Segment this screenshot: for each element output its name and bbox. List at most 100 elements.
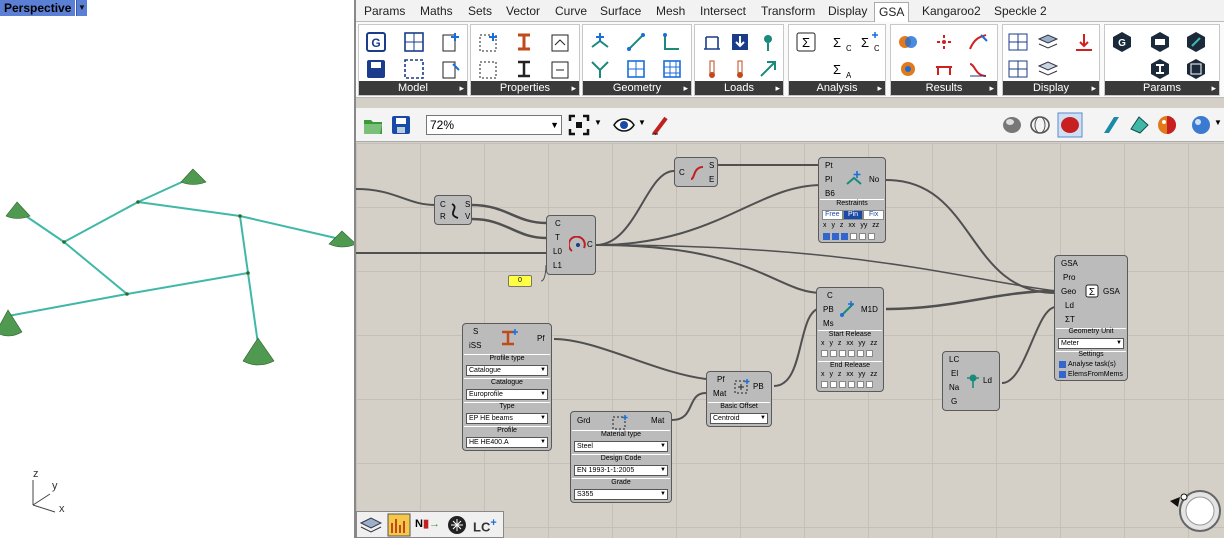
node-create-icon[interactable] [589, 31, 611, 53]
restraint-checkboxes[interactable] [823, 233, 877, 240]
layers-widget-icon[interactable] [359, 514, 383, 536]
input-el[interactable]: El [951, 369, 958, 379]
material-type-dropdown[interactable]: Steel ▼ [574, 441, 668, 452]
grade-dropdown[interactable]: S355 ▼ [574, 489, 668, 500]
analyse-icon[interactable]: Σ [795, 31, 817, 53]
tab-vector[interactable]: Vector [502, 2, 544, 22]
input-grd[interactable]: Grd [577, 416, 590, 426]
input-b6[interactable]: B6 [825, 189, 835, 199]
layers-icon[interactable] [1037, 31, 1059, 53]
create-material-component[interactable]: Grd Mat Material type Steel ▼ Design Code… [570, 411, 672, 503]
input-pro[interactable]: Pro [1063, 273, 1075, 283]
face-load-icon[interactable] [757, 58, 779, 80]
member-param-icon[interactable] [1185, 58, 1207, 80]
input-lc[interactable]: LC [949, 355, 959, 365]
bake-icon[interactable] [1100, 113, 1122, 137]
end-release-checkboxes[interactable] [821, 381, 875, 388]
element-results-icon[interactable] [967, 58, 989, 80]
prop-3d-icon[interactable] [477, 58, 499, 80]
member1d-icon[interactable] [661, 31, 683, 53]
material-edit-icon[interactable] [549, 58, 571, 80]
get-geometry-icon[interactable] [403, 58, 425, 80]
grasshopper-canvas[interactable]: C R S V C S E C T L0 L1 C 0 Pt Pl B6 No … [356, 143, 1224, 538]
analyse-tasks-option[interactable]: Analyse task(s) [1059, 360, 1116, 369]
thermal-load-icon[interactable] [701, 58, 723, 80]
offset-component[interactable]: C R S V [434, 195, 472, 225]
preview-shaded-icon[interactable] [1001, 113, 1023, 137]
grid-load-icon[interactable] [701, 31, 723, 53]
free-button[interactable]: Free [822, 210, 843, 220]
profile-dropdown[interactable]: HE HE400.A ▼ [466, 437, 548, 448]
combination-case-icon[interactable]: ΣC [829, 31, 851, 53]
point-load-icon[interactable] [757, 31, 779, 53]
beam-forces-icon[interactable] [933, 58, 955, 80]
output-c[interactable]: C [587, 240, 593, 250]
preview-selected-icon[interactable] [1057, 112, 1083, 138]
node-edit-icon[interactable] [589, 58, 611, 80]
tab-transform[interactable]: Transform [757, 2, 819, 22]
input-c[interactable]: C [679, 168, 685, 178]
profile-type-dropdown[interactable]: Catalogue ▼ [466, 365, 548, 376]
add-combination-icon[interactable]: ΣC [857, 31, 879, 53]
material-create-icon[interactable] [549, 31, 571, 53]
temperature-icon[interactable] [729, 58, 751, 80]
node-load-icon[interactable] [729, 31, 751, 53]
rhino-viewport[interactable]: Perspective ▼ z y x [0, 0, 354, 538]
input-c[interactable]: C [555, 219, 561, 229]
panel-properties-label[interactable]: Properties ▸ [471, 81, 579, 95]
load-diagram-icon[interactable] [1073, 31, 1095, 53]
zoom-menu-arrow-icon[interactable]: ▼ [594, 118, 602, 127]
panel-geometry-label[interactable]: Geometry ▸ [583, 81, 691, 95]
pin-button[interactable]: Pin [842, 210, 864, 220]
fix-button[interactable]: Fix [863, 210, 885, 220]
tab-speckle2[interactable]: Speckle 2 [990, 2, 1051, 22]
open-file-icon[interactable] [362, 114, 384, 136]
panel-loads-label[interactable]: Loads ▸ [695, 81, 783, 95]
output-e[interactable]: E [709, 175, 714, 185]
mesh-widget-icon[interactable] [445, 514, 469, 536]
create-load-component[interactable]: LC El Na G Ld [942, 351, 1000, 411]
viewport-title[interactable]: Perspective [0, 0, 76, 16]
create-section-component[interactable]: Pf Mat PB Basic Offset Centroid ▼ [706, 371, 772, 427]
tab-curve[interactable]: Curve [551, 2, 591, 22]
input-pb[interactable]: PB [823, 305, 834, 315]
create-element1d-component[interactable]: C PB Ms M1D Start Release x y z xx yy zz… [816, 287, 884, 392]
bake-all-icon[interactable] [1128, 113, 1150, 137]
preview-menu-arrow-icon[interactable]: ▼ [638, 118, 646, 127]
input-geo[interactable]: Geo [1061, 287, 1076, 297]
output-v[interactable]: V [465, 212, 470, 222]
layers-stack-icon[interactable] [1037, 58, 1059, 80]
list-add-icon[interactable] [439, 31, 461, 53]
section-create-icon[interactable] [513, 31, 535, 53]
output-mat[interactable]: Mat [651, 416, 664, 426]
tab-maths[interactable]: Maths [416, 2, 457, 22]
output-pf[interactable]: Pf [537, 334, 545, 344]
panel-results-label[interactable]: Results ▸ [891, 81, 997, 95]
section-edit-icon[interactable] [513, 58, 535, 80]
curve-component[interactable]: C S E [674, 157, 718, 187]
input-pl[interactable]: Pl [825, 175, 832, 185]
output-ld[interactable]: Ld [983, 376, 992, 386]
create-model-icon[interactable] [403, 31, 425, 53]
input-g[interactable]: G [951, 397, 957, 407]
output-no[interactable]: No [869, 175, 879, 185]
catalogue-dropdown[interactable]: Europrofile ▼ [466, 389, 548, 400]
display-menu-arrow-icon[interactable]: ▼ [1214, 118, 1222, 127]
panel-analysis-label[interactable]: Analysis ▸ [789, 81, 885, 95]
output-m1d[interactable]: M1D [861, 305, 878, 315]
list-edit-icon[interactable] [439, 58, 461, 80]
save-file-icon[interactable] [390, 114, 412, 136]
contour-2d-icon[interactable] [1007, 58, 1029, 80]
tab-kangaroo2[interactable]: Kangaroo2 [918, 2, 985, 22]
input-l1[interactable]: L1 [553, 261, 562, 271]
results-select-icon[interactable] [897, 31, 919, 53]
design-code-dropdown[interactable]: EN 1993-1-1:2005 ▼ [574, 465, 668, 476]
input-pf[interactable]: Pf [717, 375, 725, 385]
output-pb[interactable]: PB [753, 382, 764, 392]
gsa-model-component[interactable]: GSA Pro Geo Ld ΣT GSA Σ Geometry Unit Me… [1054, 255, 1128, 381]
prop-2d-icon[interactable] [477, 31, 499, 53]
input-gsa[interactable]: GSA [1061, 259, 1078, 269]
beam-displacement-icon[interactable] [967, 31, 989, 53]
input-st[interactable]: ΣT [1065, 315, 1075, 325]
input-c[interactable]: C [827, 291, 833, 301]
